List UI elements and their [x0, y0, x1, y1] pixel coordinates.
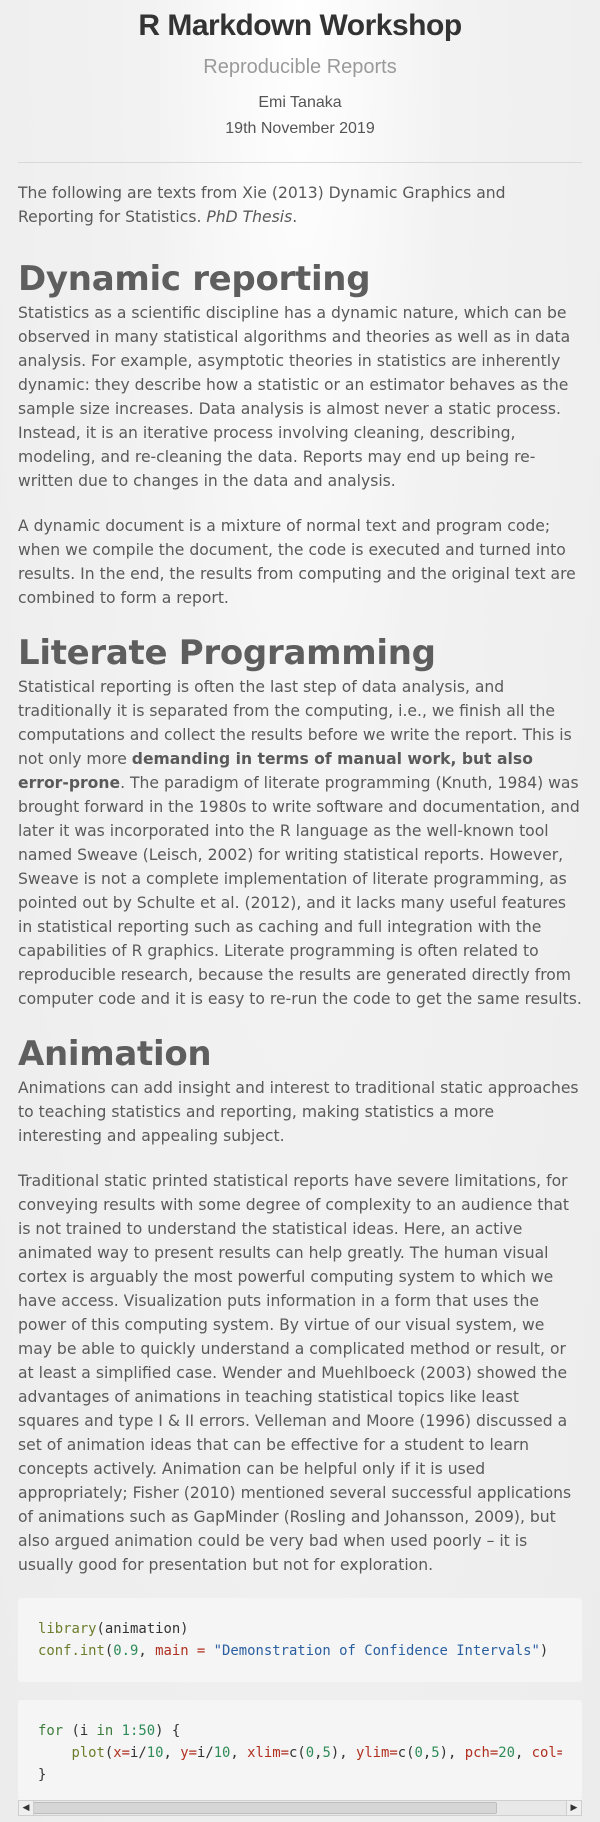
code-line: for (i in 1:50) {: [38, 1720, 562, 1742]
literate-paragraph: Statistical reporting is often the last …: [18, 675, 582, 1011]
code-line: plot(x=i/10, y=i/10, xlim=c(0,5), ylim=c…: [38, 1742, 562, 1764]
code-text: ): [539, 1643, 549, 1659]
code-number: 0: [414, 1745, 423, 1761]
code-argument: x=: [113, 1745, 131, 1761]
code-text: ,: [448, 1745, 465, 1761]
code-block-loop[interactable]: for (i in 1:50) { plot(x=i/10, y=i/10, x…: [18, 1700, 582, 1798]
code-number: 50: [138, 1723, 156, 1739]
heading-dynamic-reporting: Dynamic reporting: [18, 259, 371, 299]
code-text: }: [38, 1767, 47, 1783]
code-text: c(: [397, 1745, 415, 1761]
code-argument: ylim=: [355, 1745, 398, 1761]
code-text: ) {: [155, 1723, 181, 1739]
code-argument: main =: [155, 1643, 206, 1659]
code-number: 5: [431, 1745, 440, 1761]
header-divider: [18, 162, 582, 163]
document-page: R Markdown Workshop Reproducible Reports…: [0, 0, 600, 1816]
author: Emi Tanaka: [258, 94, 342, 111]
code-text: ,: [138, 1643, 156, 1659]
code-text: ,: [339, 1745, 356, 1761]
code-text: ): [439, 1745, 449, 1761]
code-keyword: in: [96, 1723, 114, 1739]
code-text: ,: [230, 1745, 248, 1761]
code-text: i/: [130, 1745, 147, 1761]
heading-animation: Animation: [18, 1034, 212, 1074]
code-argument: xlim=: [247, 1745, 289, 1761]
code-function: library: [38, 1621, 97, 1637]
intro-emphasis: PhD Thesis: [206, 208, 293, 226]
code-number: 10: [146, 1745, 164, 1761]
code-text: (i: [63, 1723, 97, 1739]
literate-text-after: . The paradigm of literate programming (…: [18, 774, 582, 1008]
document-header: R Markdown Workshop Reproducible Reports…: [18, 0, 582, 140]
code-argument: pch=: [464, 1745, 499, 1761]
animation-paragraph-2: Traditional static printed statistical r…: [18, 1172, 572, 1574]
code-function: plot: [71, 1745, 105, 1761]
scroll-right-arrow-icon[interactable]: ▶: [566, 1800, 582, 1816]
scroll-left-arrow-icon[interactable]: ◀: [18, 1800, 34, 1816]
code-text: (animation): [96, 1621, 189, 1637]
dynamic-paragraph-2: A dynamic document is a mixture of norma…: [18, 517, 576, 607]
code-number: 0.9: [113, 1643, 139, 1659]
heading-literate-programming: Literate Programming: [18, 633, 436, 673]
code-text: ,: [422, 1745, 432, 1761]
code-string: "Demonstration of Confidence Intervals": [213, 1643, 540, 1659]
document-subtitle: Reproducible Reports: [203, 56, 397, 78]
code-keyword: for: [38, 1723, 64, 1739]
document-title: R Markdown Workshop: [138, 9, 462, 42]
code-line: }: [38, 1764, 562, 1786]
code-line: library(animation): [38, 1618, 562, 1640]
code-block-library[interactable]: library(animation) conf.int(0.9, main = "…: [18, 1598, 582, 1682]
scrollbar-thumb[interactable]: [33, 1802, 497, 1814]
code-number: 1: [121, 1723, 131, 1739]
code-line: conf.int(0.9, main = "Demonstration of C…: [38, 1640, 562, 1662]
code-number: 20: [498, 1745, 515, 1761]
animation-paragraph-1: Animations can add insight and interest …: [18, 1079, 579, 1145]
intro-tail: .: [292, 208, 298, 226]
intro-paragraph: The following are texts from Xie (2013) …: [18, 181, 582, 229]
horizontal-scrollbar[interactable]: ◀ ▶: [18, 1798, 582, 1816]
code-text: ,: [163, 1745, 181, 1761]
code-argument: col=: [531, 1745, 562, 1761]
code-text: ): [330, 1745, 340, 1761]
date: 19th November 2019: [225, 120, 375, 137]
code-text: c(: [288, 1745, 306, 1761]
code-number: 10: [213, 1745, 231, 1761]
code-text: ,: [514, 1745, 532, 1761]
code-function: conf.int: [38, 1643, 105, 1659]
code-number: 0: [305, 1745, 315, 1761]
code-argument: y=: [180, 1745, 197, 1761]
code-text: i/: [196, 1745, 214, 1761]
dynamic-paragraph-1: Statistics as a scientific discipline ha…: [18, 304, 571, 490]
code-number: 5: [322, 1745, 331, 1761]
